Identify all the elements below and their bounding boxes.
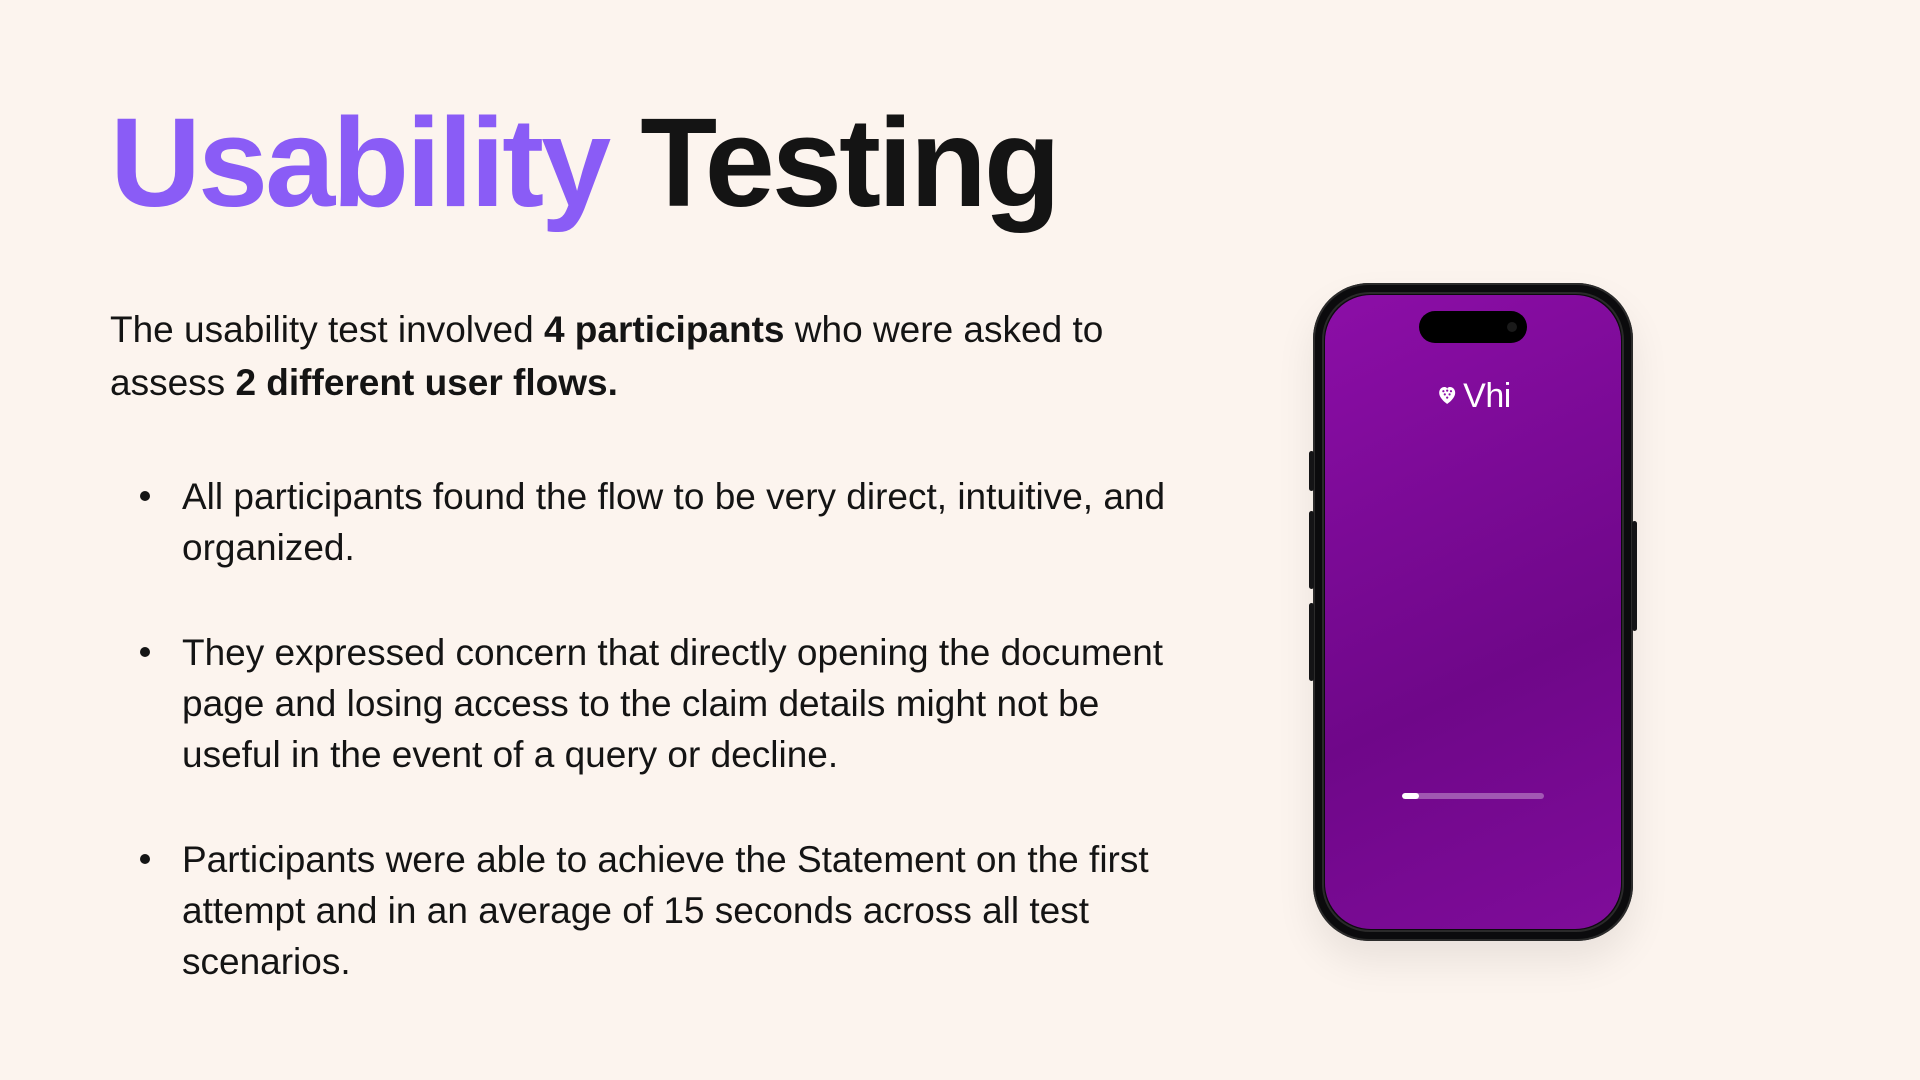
phone-volume-down-button (1309, 603, 1314, 681)
intro-pre: The usability test involved (110, 309, 544, 350)
title-rest: Testing (640, 92, 1058, 233)
list-item: They expressed concern that directly ope… (182, 627, 1170, 780)
intro-paragraph: The usability test involved 4 participan… (110, 304, 1130, 409)
loading-progress-fill (1402, 793, 1419, 799)
phone-mockup: Vhi (1313, 283, 1633, 941)
phone-screen: Vhi (1325, 295, 1621, 929)
phone-side-button (1309, 451, 1314, 491)
intro-bold-flows: 2 different user flows. (235, 362, 617, 403)
heart-icon (1435, 383, 1459, 411)
phone-volume-up-button (1309, 511, 1314, 589)
slide-title: Usability Testing (110, 100, 1800, 226)
intro-bold-participants: 4 participants (544, 309, 785, 350)
slide-usability-testing: Usability Testing The usability test inv… (0, 0, 1920, 1080)
dynamic-island (1419, 311, 1527, 343)
title-accent: Usability (110, 92, 608, 233)
camera-dot-icon (1507, 322, 1517, 332)
list-item: All participants found the flow to be ve… (182, 471, 1170, 573)
findings-list: All participants found the flow to be ve… (110, 471, 1170, 987)
loading-progress-bar (1402, 793, 1544, 799)
list-item: Participants were able to achieve the St… (182, 834, 1170, 987)
phone-power-button (1632, 521, 1637, 631)
app-brand: Vhi (1435, 377, 1511, 416)
app-brand-text: Vhi (1463, 377, 1511, 416)
